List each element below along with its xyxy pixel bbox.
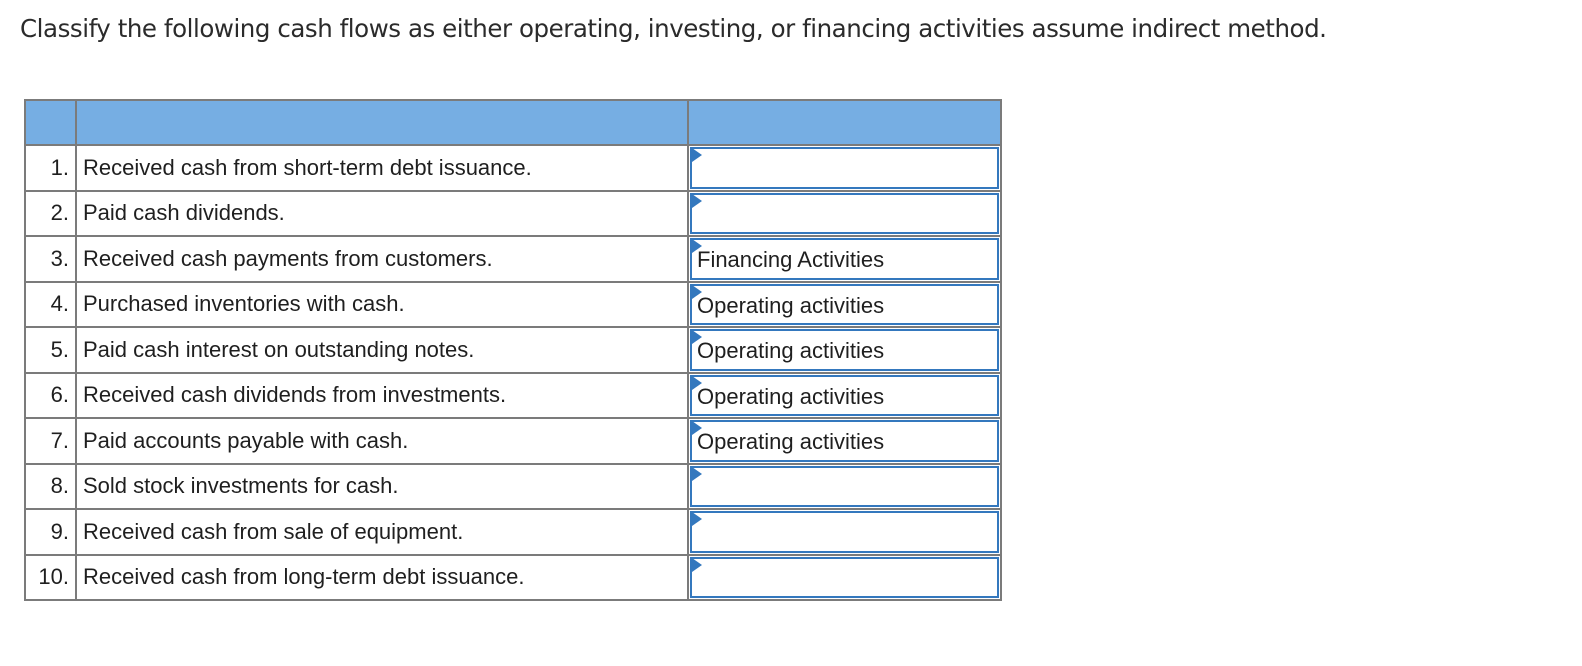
table-body: 1. Received cash from short-term debt is… xyxy=(24,144,1002,601)
table-row-9: 9. Received cash from sale of equipment. xyxy=(24,508,1002,556)
row-number: 1. xyxy=(24,144,77,192)
row-number: 8. xyxy=(24,462,77,510)
answer-dropdown-9[interactable] xyxy=(690,511,999,553)
answer-cell xyxy=(687,508,1002,556)
answer-cell: Financing Activities xyxy=(687,235,1002,283)
row-number: 7. xyxy=(24,417,77,465)
row-number: 2. xyxy=(24,189,77,237)
dropdown-flag-icon xyxy=(692,466,702,481)
answer-cell: Operating activities xyxy=(687,371,1002,419)
page: Classify the following cash flows as eit… xyxy=(0,0,1582,666)
answer-cell xyxy=(687,144,1002,192)
table-row-7: 7. Paid accounts payable with cash. Oper… xyxy=(24,417,1002,465)
answer-dropdown-3[interactable]: Financing Activities xyxy=(690,238,999,280)
row-description: Received cash payments from customers. xyxy=(75,235,689,283)
answer-value: Operating activities xyxy=(697,338,885,363)
row-description: Received cash from long-term debt issuan… xyxy=(75,553,689,601)
row-number: 10. xyxy=(24,553,77,601)
row-number: 5. xyxy=(24,326,77,374)
answer-cell xyxy=(687,553,1002,601)
answer-value: Financing Activities xyxy=(697,247,885,272)
dropdown-flag-icon xyxy=(692,557,702,572)
table-header-row xyxy=(24,99,1002,146)
answer-dropdown-8[interactable] xyxy=(690,465,999,507)
row-description: Received cash dividends from investments… xyxy=(75,371,689,419)
answer-dropdown-6[interactable]: Operating activities xyxy=(690,374,999,416)
row-number: 4. xyxy=(24,280,77,328)
table-row-5: 5. Paid cash interest on outstanding not… xyxy=(24,326,1002,374)
row-description: Received cash from short-term debt issua… xyxy=(75,144,689,192)
table-row-8: 8. Sold stock investments for cash. xyxy=(24,462,1002,510)
table-row-6: 6. Received cash dividends from investme… xyxy=(24,371,1002,419)
answer-dropdown-2[interactable] xyxy=(690,192,999,234)
table-row-4: 4. Purchased inventories with cash. Oper… xyxy=(24,280,1002,328)
answer-value: Operating activities xyxy=(697,383,885,409)
answer-cell xyxy=(687,189,1002,237)
answer-cell: Operating activities xyxy=(687,280,1002,328)
answer-dropdown-10[interactable] xyxy=(690,556,999,598)
answer-cell: Operating activities xyxy=(687,326,1002,374)
row-description: Received cash from sale of equipment. xyxy=(75,508,689,556)
dropdown-flag-icon xyxy=(692,193,702,208)
row-description: Sold stock investments for cash. xyxy=(75,462,689,510)
table-row-10: 10. Received cash from long-term debt is… xyxy=(24,553,1002,601)
classification-table: 1. Received cash from short-term debt is… xyxy=(24,99,1002,601)
row-description: Purchased inventories with cash. xyxy=(75,280,689,328)
row-number: 9. xyxy=(24,508,77,556)
row-description: Paid cash dividends. xyxy=(75,189,689,237)
row-number: 3. xyxy=(24,235,77,283)
row-description: Paid cash interest on outstanding notes. xyxy=(75,326,689,374)
row-description: Paid accounts payable with cash. xyxy=(75,417,689,465)
answer-value: Operating activities xyxy=(697,292,885,318)
question-title: Classify the following cash flows as eit… xyxy=(20,14,1327,43)
answer-cell xyxy=(687,462,1002,510)
answer-dropdown-4[interactable]: Operating activities xyxy=(690,283,999,325)
row-number: 6. xyxy=(24,371,77,419)
header-number xyxy=(24,99,77,146)
table-row-1: 1. Received cash from short-term debt is… xyxy=(24,144,1002,192)
dropdown-flag-icon xyxy=(692,148,702,162)
dropdown-flag-icon xyxy=(692,512,702,526)
answer-value: Operating activities xyxy=(697,429,885,454)
answer-dropdown-7[interactable]: Operating activities xyxy=(690,420,999,462)
table-row-2: 2. Paid cash dividends. xyxy=(24,189,1002,237)
answer-dropdown-1[interactable] xyxy=(690,147,999,189)
answer-cell: Operating activities xyxy=(687,417,1002,465)
header-description xyxy=(75,99,689,146)
header-answer xyxy=(687,99,1002,146)
table-row-3: 3. Received cash payments from customers… xyxy=(24,235,1002,283)
answer-dropdown-5[interactable]: Operating activities xyxy=(690,329,999,371)
